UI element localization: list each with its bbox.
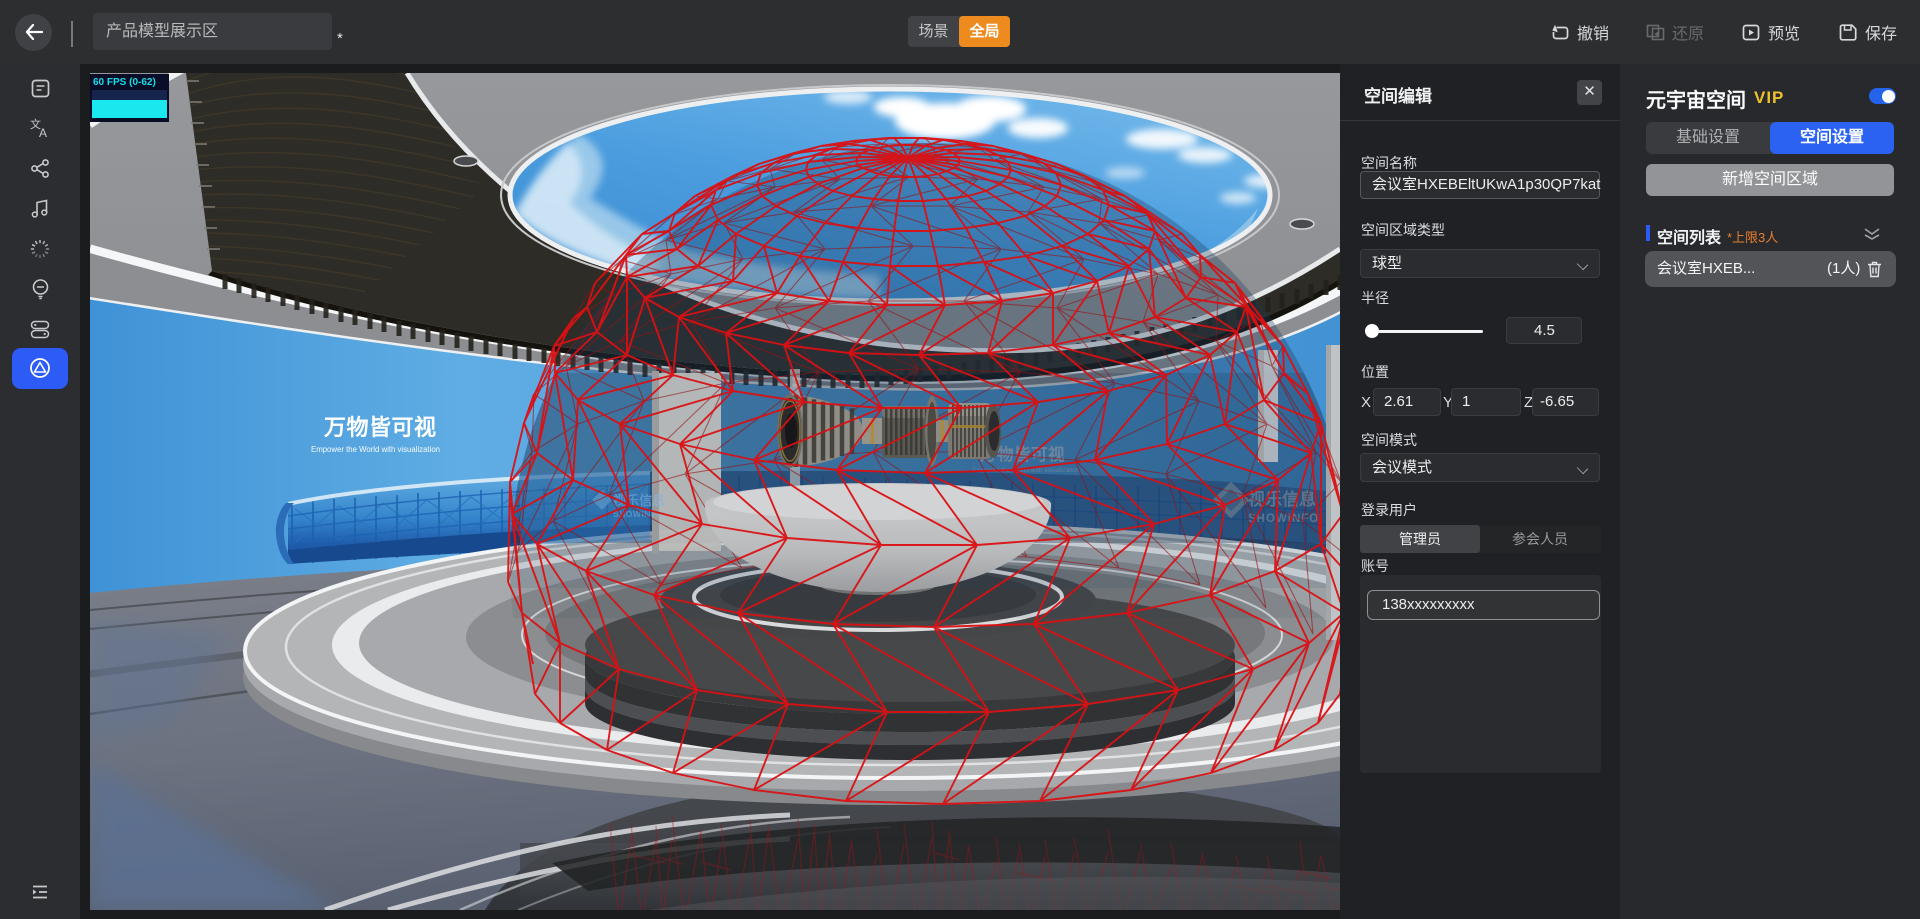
svg-text:A: A — [39, 126, 47, 139]
svg-text:Empower the World with visuali: Empower the World with visualization — [311, 445, 440, 454]
svg-text:万物皆可视: 万物皆可视 — [323, 415, 437, 440]
svg-text:60 FPS (0-62): 60 FPS (0-62) — [93, 77, 156, 88]
